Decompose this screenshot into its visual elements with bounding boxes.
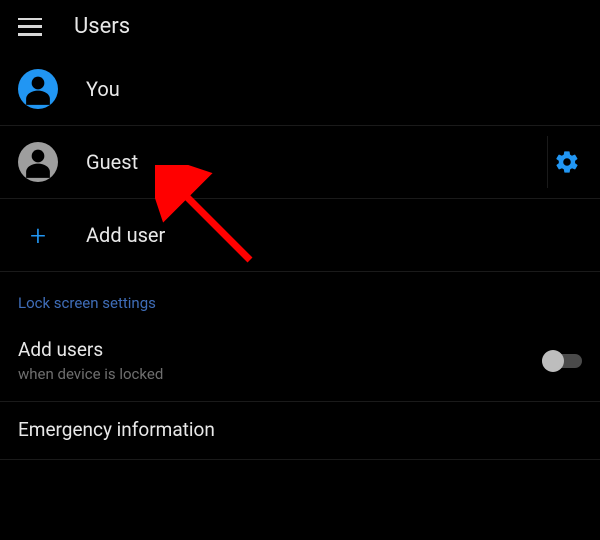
plus-icon: + bbox=[18, 215, 58, 255]
add-user-row[interactable]: + Add user bbox=[0, 199, 600, 271]
setting-text: Emergency information bbox=[18, 418, 582, 441]
avatar-icon bbox=[18, 142, 58, 182]
user-row-you[interactable]: You bbox=[0, 53, 600, 125]
avatar-icon bbox=[18, 69, 58, 109]
setting-emergency-info[interactable]: Emergency information bbox=[0, 402, 600, 459]
section-header-lockscreen: Lock screen settings bbox=[0, 272, 600, 322]
app-header: Users bbox=[0, 0, 600, 53]
gear-icon[interactable] bbox=[554, 149, 580, 175]
user-label: You bbox=[86, 77, 582, 101]
user-label: Guest bbox=[86, 150, 526, 174]
divider bbox=[0, 459, 600, 460]
setting-add-users-locked[interactable]: Add users when device is locked bbox=[0, 322, 600, 401]
setting-title: Emergency information bbox=[18, 418, 582, 441]
toggle-switch[interactable] bbox=[542, 351, 582, 371]
setting-title: Add users bbox=[18, 338, 524, 361]
setting-text: Add users when device is locked bbox=[18, 338, 524, 383]
hamburger-menu-icon[interactable] bbox=[18, 18, 42, 36]
divider bbox=[547, 136, 548, 188]
add-user-label: Add user bbox=[86, 223, 582, 247]
user-row-guest[interactable]: Guest bbox=[0, 126, 600, 198]
page-title: Users bbox=[74, 14, 130, 39]
setting-subtitle: when device is locked bbox=[18, 365, 524, 383]
